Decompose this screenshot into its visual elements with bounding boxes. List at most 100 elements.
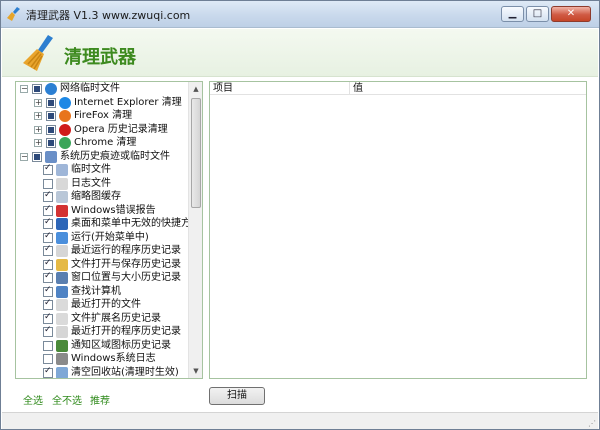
window-controls: ▁ □ ✕ bbox=[499, 6, 591, 22]
tree-item-checkbox[interactable] bbox=[32, 84, 42, 94]
window-icon bbox=[56, 272, 68, 284]
program-icon bbox=[56, 326, 68, 338]
tree-item-label: Windows错误报告 bbox=[71, 204, 156, 216]
minimize-button[interactable]: ▁ bbox=[501, 6, 524, 22]
resize-grip-icon[interactable]: ⋰ bbox=[588, 419, 596, 428]
status-bar: ⋰ bbox=[2, 412, 598, 429]
tree-item-label: 桌面和菜单中无效的快捷方式 bbox=[71, 218, 201, 229]
tree-item-checkbox[interactable] bbox=[43, 231, 53, 243]
select-none-link[interactable]: 全不选 bbox=[52, 392, 82, 407]
expand-icon[interactable]: + bbox=[34, 125, 42, 134]
tree-item[interactable]: 运行(开始菜单中) bbox=[16, 231, 188, 245]
tree-item-label: Opera 历史记录清理 bbox=[74, 123, 168, 135]
tree-item[interactable]: 窗口位置与大小历史记录 bbox=[16, 271, 188, 285]
tree-item-checkbox[interactable] bbox=[46, 124, 56, 135]
tree-item[interactable]: 桌面和菜单中无效的快捷方式 bbox=[16, 217, 201, 231]
tree-item[interactable]: 通知区域图标历史记录 bbox=[16, 339, 188, 353]
extension-icon bbox=[56, 312, 68, 325]
tree-item-label: 清空回收站(清理时生效) bbox=[71, 366, 179, 378]
tree-item[interactable]: 最近打开的文件 bbox=[16, 298, 188, 312]
tree-item-label: 文件打开与保存历史记录 bbox=[71, 258, 181, 270]
scroll-thumb[interactable] bbox=[191, 98, 201, 208]
tree-item-checkbox[interactable] bbox=[32, 151, 42, 162]
select-all-link[interactable]: 全选 bbox=[23, 392, 43, 407]
tree-item-label: 日志文件 bbox=[71, 177, 111, 189]
tree-item-label: 最近打开的程序历史记录 bbox=[71, 326, 181, 337]
broom-icon bbox=[7, 7, 20, 21]
tree-item-checkbox[interactable] bbox=[43, 298, 53, 310]
recommended-link[interactable]: 推荐 bbox=[90, 392, 110, 407]
maximize-button[interactable]: □ bbox=[526, 6, 549, 22]
tree-item[interactable]: 查找计算机 bbox=[16, 285, 188, 299]
tree-item-checkbox[interactable] bbox=[43, 366, 53, 378]
log-icon bbox=[56, 177, 68, 190]
tree-item[interactable]: 缩略图缓存 bbox=[16, 190, 188, 204]
opera-icon bbox=[59, 123, 71, 136]
tree-item-label: 临时文件 bbox=[71, 164, 111, 175]
tree-item-label: 网络临时文件 bbox=[60, 83, 120, 94]
tree-item-checkbox[interactable] bbox=[43, 163, 53, 175]
tree-item-checkbox[interactable] bbox=[43, 354, 53, 364]
tree-item-label: 缩略图缓存 bbox=[71, 191, 121, 202]
tree-item[interactable]: + FireFox 清理 bbox=[16, 109, 188, 123]
scroll-up-icon[interactable]: ▲ bbox=[189, 82, 202, 96]
scan-button[interactable]: 扫描 bbox=[209, 387, 265, 405]
tree-item[interactable]: 文件打开与保存历史记录 bbox=[16, 258, 188, 272]
close-button[interactable]: ✕ bbox=[551, 6, 591, 22]
expand-icon[interactable]: + bbox=[34, 139, 42, 147]
column-item[interactable]: 项目 bbox=[210, 82, 350, 95]
tree-item-checkbox[interactable] bbox=[46, 111, 56, 121]
tree-item-checkbox[interactable] bbox=[43, 285, 53, 297]
tree-item[interactable]: + Internet Explorer 清理 bbox=[16, 96, 188, 110]
scroll-down-icon[interactable]: ▼ bbox=[189, 364, 202, 378]
tree-item[interactable]: 最近运行的程序历史记录 bbox=[16, 244, 188, 258]
tree-item-checkbox[interactable] bbox=[43, 178, 53, 189]
tree-item-label: 系统历史痕迹或临时文件 bbox=[60, 150, 170, 162]
tree-item[interactable]: − 系统历史痕迹或临时文件 bbox=[16, 150, 188, 164]
tree-item[interactable]: 文件扩展名历史记录 bbox=[16, 312, 188, 326]
results-list[interactable]: 项目 值 bbox=[209, 81, 587, 379]
tree-item-checkbox[interactable] bbox=[43, 258, 53, 270]
desktop-icon bbox=[56, 218, 68, 230]
results-header: 项目 值 bbox=[210, 82, 586, 95]
tree-item[interactable]: + Chrome 清理 bbox=[16, 136, 188, 150]
tree-item-checkbox[interactable] bbox=[43, 204, 53, 216]
title-bar[interactable]: 清理武器 V1.3 www.zwuqi.com ▁ □ ✕ bbox=[1, 1, 599, 28]
tree-item[interactable]: 清空回收站(清理时生效) bbox=[16, 366, 188, 378]
tree-item-label: Windows系统日志 bbox=[71, 353, 156, 364]
tree-item-label: 窗口位置与大小历史记录 bbox=[71, 272, 181, 283]
tree-item-checkbox[interactable] bbox=[43, 325, 53, 337]
minimize-icon: ▁ bbox=[508, 8, 517, 19]
window-title: 清理武器 V1.3 www.zwuqi.com bbox=[26, 9, 191, 22]
tree-scrollbar[interactable]: ▲ ▼ bbox=[188, 82, 202, 378]
tree-item[interactable]: Windows错误报告 bbox=[16, 204, 188, 218]
collapse-icon[interactable]: − bbox=[20, 152, 28, 161]
tree-item-checkbox[interactable] bbox=[43, 271, 53, 283]
header-banner: 清理武器 bbox=[2, 29, 598, 77]
cleanup-tree[interactable]: − 网络临时文件 + Internet Explorer 清理 + FireFox 清理 +… bbox=[15, 81, 203, 379]
tree-item[interactable]: 临时文件 bbox=[16, 163, 188, 177]
tree-item-checkbox[interactable] bbox=[46, 97, 56, 108]
expand-icon[interactable]: + bbox=[34, 112, 42, 120]
tree-item-checkbox[interactable] bbox=[43, 217, 53, 229]
expand-icon[interactable]: + bbox=[34, 98, 42, 107]
collapse-icon[interactable]: − bbox=[20, 85, 28, 93]
search-computer-icon bbox=[56, 285, 68, 298]
globe-icon bbox=[45, 83, 57, 95]
tree-item-checkbox[interactable] bbox=[43, 312, 53, 324]
tree-item[interactable]: + Opera 历史记录清理 bbox=[16, 123, 188, 137]
tree-item-checkbox[interactable] bbox=[43, 340, 53, 351]
tree-item[interactable]: Windows系统日志 bbox=[16, 352, 188, 366]
column-value[interactable]: 值 bbox=[350, 82, 586, 95]
tree-item-label: 文件扩展名历史记录 bbox=[71, 312, 161, 324]
tree-rows: − 网络临时文件 + Internet Explorer 清理 + FireFox 清理 +… bbox=[16, 82, 201, 378]
tree-item-label: Internet Explorer 清理 bbox=[74, 96, 182, 108]
tree-item[interactable]: − 网络临时文件 bbox=[16, 82, 188, 96]
tree-item[interactable]: 日志文件 bbox=[16, 177, 188, 191]
tree-item-checkbox[interactable] bbox=[43, 244, 53, 256]
program-icon bbox=[56, 245, 68, 257]
run-icon bbox=[56, 231, 68, 244]
tree-item-checkbox[interactable] bbox=[46, 138, 56, 148]
tree-item-checkbox[interactable] bbox=[43, 190, 53, 202]
tree-item[interactable]: 最近打开的程序历史记录 bbox=[16, 325, 188, 339]
